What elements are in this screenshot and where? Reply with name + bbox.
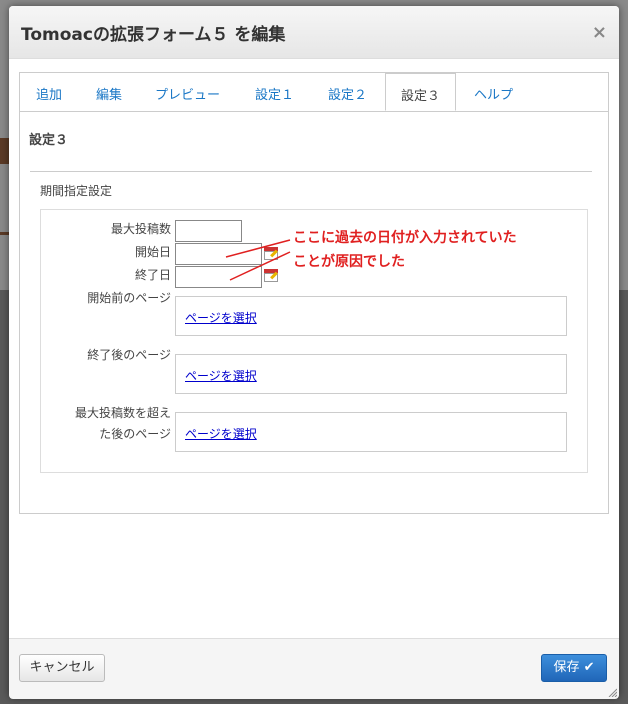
tab-add[interactable]: 追加 bbox=[36, 84, 62, 103]
close-icon[interactable]: × bbox=[592, 22, 607, 43]
annotation-text: ここに過去の日付が入力されていた ことが原因でした bbox=[293, 226, 573, 274]
end-date-input[interactable] bbox=[175, 266, 262, 288]
tab-settings-1[interactable]: 設定１ bbox=[255, 84, 294, 103]
before-page-label: 開始前のページ bbox=[87, 291, 171, 305]
tab-panel: 追加 編集 プレビュー 設定１ 設定２ 設定３ ヘルプ 設定３ 期間指定設定 最… bbox=[19, 72, 609, 514]
over-max-page-label: 最大投稿数を超え bbox=[74, 406, 171, 420]
dialog-footer: キャンセル 保存 ✔ bbox=[9, 638, 619, 699]
fieldset-legend: 期間指定設定 bbox=[40, 184, 113, 198]
tab-edit[interactable]: 編集 bbox=[96, 84, 122, 103]
tab-settings-3[interactable]: 設定３ bbox=[385, 73, 457, 111]
end-date-label: 終了日 bbox=[134, 268, 171, 282]
dialog-titlebar: Tomoacの拡張フォーム５ を編集 × bbox=[9, 6, 619, 59]
dialog-title: Tomoacの拡張フォーム５ を編集 bbox=[21, 25, 286, 45]
max-posts-label: 最大投稿数 bbox=[110, 222, 171, 236]
cancel-button[interactable]: キャンセル bbox=[19, 654, 105, 682]
start-date-label: 開始日 bbox=[134, 245, 171, 259]
select-before-page-link[interactable]: ページを選択 bbox=[185, 309, 257, 326]
section-title: 設定３ bbox=[29, 133, 69, 148]
select-over-max-page-link[interactable]: ページを選択 bbox=[185, 425, 257, 442]
annotation-line-2: ことが原因でした bbox=[293, 254, 405, 270]
select-after-page-link[interactable]: ページを選択 bbox=[185, 367, 257, 384]
save-button[interactable]: 保存 ✔ bbox=[541, 654, 607, 682]
edit-form-dialog: Tomoacの拡張フォーム５ を編集 × 追加 編集 プレビュー 設定１ 設定２… bbox=[9, 6, 619, 699]
calendar-icon[interactable] bbox=[264, 269, 278, 282]
tab-bar: 追加 編集 プレビュー 設定１ 設定２ 設定３ ヘルプ bbox=[20, 73, 608, 112]
tab-help[interactable]: ヘルプ bbox=[474, 84, 513, 103]
after-page-label: 終了後のページ bbox=[87, 348, 171, 362]
after-page-box: ページを選択 bbox=[175, 354, 567, 394]
over-max-page-box: ページを選択 bbox=[175, 412, 567, 452]
tab-settings-2[interactable]: 設定２ bbox=[328, 84, 367, 103]
calendar-icon[interactable] bbox=[264, 247, 278, 260]
max-posts-input[interactable] bbox=[175, 220, 242, 242]
annotation-line-1: ここに過去の日付が入力されていた bbox=[293, 230, 517, 246]
before-page-box: ページを選択 bbox=[175, 296, 567, 336]
resize-grip-icon[interactable] bbox=[607, 687, 617, 697]
over-max-page-label-2: た後のページ bbox=[99, 427, 171, 441]
start-date-input[interactable] bbox=[175, 243, 262, 265]
divider bbox=[30, 171, 592, 172]
tab-preview[interactable]: プレビュー bbox=[155, 84, 220, 103]
